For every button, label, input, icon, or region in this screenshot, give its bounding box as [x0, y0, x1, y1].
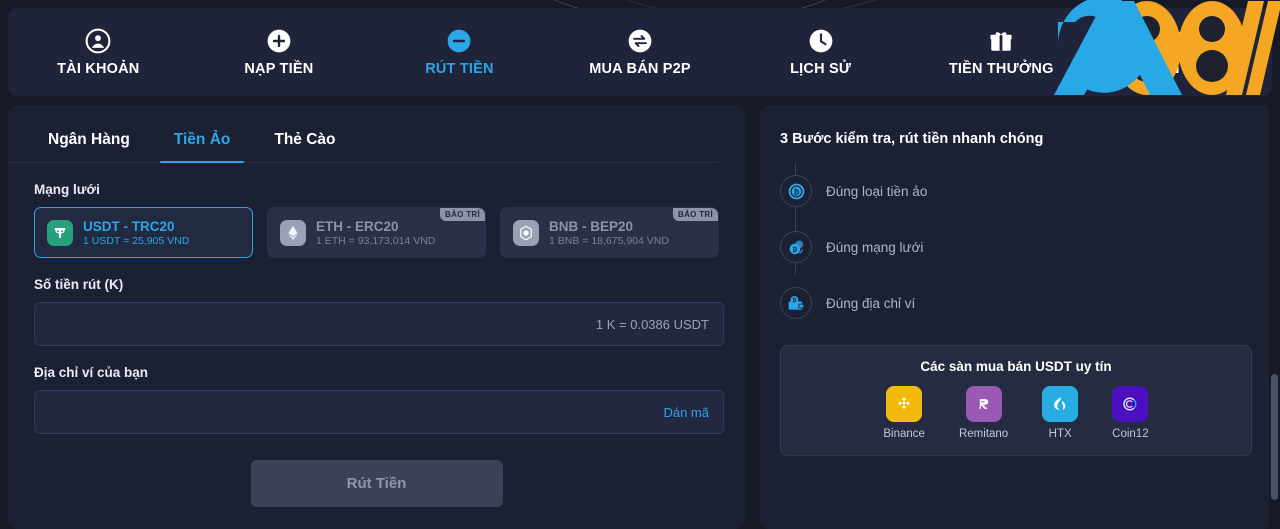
exchange-logo	[886, 386, 923, 422]
ethereum-icon	[288, 225, 298, 240]
submit-row: Rút Tiền	[34, 460, 719, 507]
exchange-item-0[interactable]: Binance	[883, 386, 925, 440]
steps-list: ₿ Đúng loại tiền ảo ₿ Đúng mạng lưới ₿ Đúng đ…	[760, 147, 1272, 331]
amount-label: Số tiền rút (K)	[34, 277, 124, 292]
exchanges-box: Các sàn mua bán USDT uy tín Binance Remit…	[780, 345, 1252, 456]
wallet-input-box[interactable]: Dán mã	[34, 390, 724, 434]
htx-icon	[1054, 396, 1066, 410]
nav-item-label: RÚT TIỀN	[425, 60, 494, 77]
binance-icon	[898, 397, 911, 410]
exchange-circle-icon	[628, 29, 652, 52]
nav-item-label: TÀI KHOẢN	[57, 60, 140, 77]
network-label: Mạng lưới	[34, 182, 100, 197]
step-label: Đúng địa chỉ ví	[826, 295, 916, 311]
nav-item-label: TIỀN THƯỞNG	[948, 60, 1054, 77]
svg-text:₿: ₿	[792, 297, 797, 304]
info-panel: 3 Bước kiểm tra, rút tiền nhanh chóng ₿ Đ…	[760, 105, 1272, 529]
main-navigation: TÀI KHOẢN NẠP TIỀN RÚT TIỀN MUA BÁN P2P LỊCH…	[8, 8, 1272, 96]
step-label: Đúng mạng lưới	[826, 239, 924, 255]
app-root: TÀI KHOẢN NẠP TIỀN RÚT TIỀN MUA BÁN P2P LỊCH…	[0, 0, 1280, 529]
maintenance-badge: BẢO TRÌ	[673, 208, 718, 221]
exchange-logo	[1042, 386, 1079, 422]
nav-item-label: NGÂN HÀNG	[1136, 60, 1228, 77]
user-circle-icon	[85, 28, 111, 53]
tether-icon	[54, 227, 66, 238]
network-card-name: ETH - ERC20	[316, 218, 399, 234]
network-card-texts: ETH - ERC20 1 ETH = 93,173,014 VND	[316, 219, 435, 247]
amount-input[interactable]	[35, 303, 723, 345]
exchange-item-3[interactable]: Coin12	[1112, 386, 1149, 440]
tab-0[interactable]: Ngân Hàng	[26, 127, 152, 162]
network-card-name: BNB - BEP20	[549, 218, 634, 234]
step-item-1: ₿ Đúng mạng lưới	[780, 219, 1272, 275]
nav-item-label: LỊCH SỬ	[790, 60, 852, 77]
nav-item-0[interactable]: TÀI KHOẢN	[8, 8, 189, 96]
network-card-list: USDT - TRC20 1 USDT = 25,905 VND ETH - ERC…	[34, 207, 719, 258]
nav-item-3[interactable]: MUA BÁN P2P	[550, 8, 731, 96]
step-item-2: ₿ Đúng địa chỉ ví	[780, 275, 1272, 331]
tab-1[interactable]: Tiền Ảo	[152, 127, 253, 163]
nav-item-1[interactable]: NẠP TIỀN	[189, 8, 370, 96]
step-icon-wrap: ₿	[780, 175, 812, 207]
svg-text:₿: ₿	[792, 246, 797, 253]
steps-panel-title: 3 Bước kiểm tra, rút tiền nhanh chóng	[780, 131, 1044, 147]
step-label: Đúng loại tiền ảo	[826, 183, 928, 199]
gift-icon	[990, 31, 1012, 51]
binance-chain-icon	[520, 225, 532, 240]
network-card-rate: 1 BNB = 18,675,904 VND	[549, 234, 669, 247]
paste-code-link[interactable]: Dán mã	[663, 405, 709, 420]
maintenance-badge: BẢO TRÌ	[440, 208, 485, 221]
network-card-2: BNB - BEP20 1 BNB = 18,675,904 VND BẢO TRÌ	[500, 207, 719, 258]
wallet-coin-icon: ₿	[788, 295, 804, 310]
network-card-1: ETH - ERC20 1 ETH = 93,173,014 VND BẢO TRÌ	[267, 207, 486, 258]
minus-circle-icon	[448, 29, 471, 52]
tab-2[interactable]: Thẻ Cào	[252, 127, 357, 162]
coin-check-icon: ₿	[788, 183, 804, 199]
coin12-icon	[1123, 397, 1137, 411]
wallet-label: Địa chỉ ví của bạn	[34, 365, 149, 380]
withdraw-submit-button[interactable]: Rút Tiền	[250, 460, 503, 507]
nav-item-2[interactable]: RÚT TIỀN	[369, 8, 550, 96]
exchange-name: Remitano	[958, 428, 1009, 440]
nav-item-4[interactable]: LỊCH SỬ	[730, 8, 911, 96]
step-icon-wrap: ₿	[780, 287, 812, 319]
exchange-item-1[interactable]: Remitano	[959, 386, 1008, 440]
network-coins-icon: ₿	[789, 240, 803, 254]
svg-text:₿: ₿	[793, 188, 799, 196]
nav-item-5[interactable]: TIỀN THƯỞNG	[911, 8, 1092, 96]
step-item-0: ₿ Đúng loại tiền ảo	[780, 163, 1272, 219]
method-tabs: Ngân Hàng Tiền Ảo Thẻ Cào	[8, 105, 718, 163]
page-scrollbar-thumb[interactable]	[1271, 374, 1278, 500]
exchanges-list: Binance Remitano HTX Coin12	[781, 386, 1251, 440]
bank-icon	[1170, 30, 1193, 52]
exchange-item-2[interactable]: HTX	[1042, 386, 1079, 440]
exchange-name: HTX	[1048, 428, 1072, 440]
clock-icon	[809, 29, 832, 52]
network-card-rate: 1 ETH = 93,173,014 VND	[316, 234, 436, 247]
remitano-icon	[979, 399, 988, 409]
nav-item-label: NẠP TIỀN	[244, 60, 314, 77]
network-card-0[interactable]: USDT - TRC20 1 USDT = 25,905 VND	[34, 207, 253, 258]
network-card-icon	[280, 219, 306, 246]
exchange-logo	[965, 386, 1002, 422]
network-card-icon	[47, 219, 73, 246]
page-scrollbar-track[interactable]	[1269, 96, 1280, 529]
amount-input-box[interactable]: 1 K = 0.0386 USDT	[34, 302, 724, 346]
exchange-name: Coin12	[1112, 428, 1149, 440]
plus-circle-icon	[267, 29, 291, 52]
wallet-address-input[interactable]	[35, 391, 723, 433]
form-body: Mạng lưới USDT - TRC20 1 USDT = 25,905 VN…	[8, 182, 745, 507]
network-card-texts: BNB - BEP20 1 BNB = 18,675,904 VND	[549, 219, 669, 247]
exchanges-title: Các sàn mua bán USDT uy tín	[920, 359, 1112, 374]
withdraw-form-panel: Ngân Hàng Tiền Ảo Thẻ Cào Mạng lưới USDT -…	[8, 105, 745, 529]
nav-item-6[interactable]: NGÂN HÀNG	[1091, 8, 1272, 96]
exchange-logo	[1112, 386, 1149, 422]
network-card-name: USDT - TRC20	[83, 218, 175, 234]
network-card-rate: 1 USDT = 25,905 VND	[83, 234, 190, 247]
network-card-icon	[513, 219, 539, 246]
exchange-name: Binance	[883, 428, 925, 440]
nav-item-label: MUA BÁN P2P	[589, 60, 691, 77]
network-card-texts: USDT - TRC20 1 USDT = 25,905 VND	[83, 219, 189, 247]
step-icon-wrap: ₿	[780, 231, 812, 263]
